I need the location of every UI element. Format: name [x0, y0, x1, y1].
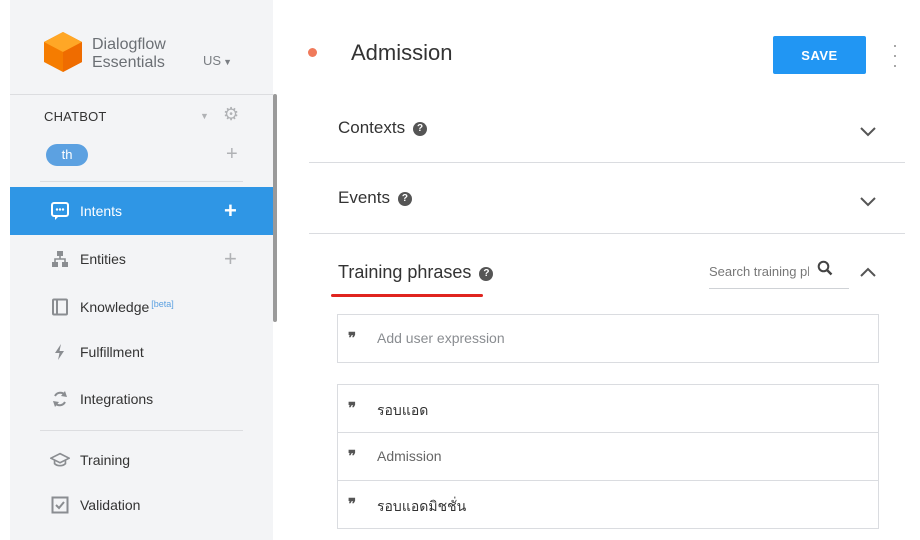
contexts-label: Contexts: [338, 118, 406, 137]
add-expression-row[interactable]: ❞ Add user expression: [338, 315, 878, 362]
chevron-down-icon[interactable]: [859, 126, 877, 138]
brand-name-line1: Dialogflow: [92, 36, 166, 53]
quote-icon: ❞: [348, 447, 356, 465]
events-label: Events: [338, 188, 390, 207]
sidebar-item-integrations[interactable]: Integrations: [10, 375, 273, 423]
dialogflow-logo[interactable]: [42, 30, 84, 74]
training-search: [709, 258, 849, 289]
agent-name[interactable]: CHATBOT: [44, 109, 107, 124]
sidebar-divider: [10, 94, 273, 95]
gear-icon[interactable]: ⚙: [223, 104, 239, 125]
add-entity-icon[interactable]: +: [224, 248, 237, 270]
training-phrase-text[interactable]: รอบแอดมิชชั่น: [377, 496, 466, 518]
unsaved-status-dot: [308, 48, 317, 57]
sidebar-item-label: Validation: [80, 497, 141, 513]
save-button[interactable]: SAVE: [773, 36, 866, 74]
sidebar-item-label: Entities: [80, 251, 126, 267]
add-expression-box[interactable]: ❞ Add user expression: [337, 314, 879, 363]
sidebar-item-intents[interactable]: Intents +: [10, 187, 273, 235]
brand-name-line2: Essentials: [92, 54, 165, 71]
intent-title[interactable]: Admission: [351, 40, 452, 66]
training-phrase-row[interactable]: ❞ Admission: [338, 433, 878, 481]
help-icon[interactable]: ?: [397, 192, 412, 206]
region-label: US: [203, 53, 222, 68]
region-selector[interactable]: US ▼: [203, 53, 232, 68]
beta-badge: [beta]: [151, 299, 174, 309]
brand-header: Dialogflow Essentials US ▼: [10, 14, 273, 84]
section-header: Events?: [338, 188, 412, 208]
sidebar-divider: [40, 430, 243, 431]
sidebar-item-label: Intents: [80, 203, 123, 219]
training-phrases-label: Training phrases: [338, 262, 472, 282]
sidebar-item-label: Training: [80, 452, 131, 468]
training-phrase-list: ❞ รอบแอด ❞ Admission ❞ รอบแอดมิชชั่น: [337, 384, 879, 529]
sidebar-item-training[interactable]: Training: [10, 436, 273, 484]
knowledge-icon: [50, 297, 70, 317]
add-expression-input[interactable]: Add user expression: [377, 330, 505, 346]
sidebar-item-label: Fulfillment: [80, 344, 144, 360]
search-icon[interactable]: [817, 260, 833, 276]
sidebar-item-label-wrap: Knowledge [beta]: [80, 299, 174, 315]
sidebar: Dialogflow Essentials US ▼ CHATBOT ▼ ⚙ th…: [10, 0, 273, 540]
training-phrase-text[interactable]: รอบแอด: [377, 400, 428, 422]
language-chip[interactable]: th: [46, 144, 88, 166]
events-section[interactable]: Events?: [309, 174, 905, 232]
training-phrase-text[interactable]: Admission: [377, 448, 442, 464]
sidebar-item-label: Integrations: [80, 391, 154, 407]
sidebar-item-validation[interactable]: Validation: [10, 481, 273, 529]
section-divider: [309, 162, 905, 163]
sidebar-item-fulfillment[interactable]: Fulfillment: [10, 328, 273, 376]
sidebar-divider: [40, 181, 243, 182]
help-icon[interactable]: ?: [413, 122, 428, 136]
add-intent-icon[interactable]: +: [224, 200, 237, 222]
sidebar-item-entities[interactable]: Entities +: [10, 235, 273, 283]
intent-header: Admission SAVE · · ·: [283, 0, 920, 94]
entities-icon: [50, 249, 70, 269]
integrations-icon: [50, 389, 70, 409]
help-icon[interactable]: ?: [479, 267, 494, 281]
sidebar-scrollbar[interactable]: [273, 94, 277, 322]
section-header: Contexts?: [338, 118, 428, 138]
quote-icon: ❞: [348, 495, 356, 513]
training-phrase-row[interactable]: ❞ รอบแอดมิชชั่น: [338, 481, 878, 528]
agent-dropdown-icon[interactable]: ▼: [200, 111, 209, 121]
contexts-section[interactable]: Contexts?: [309, 104, 905, 160]
sidebar-item-label: Knowledge: [80, 299, 150, 315]
caret-down-icon: ▼: [223, 57, 232, 67]
add-language-icon[interactable]: +: [226, 143, 238, 166]
active-section-underline: [331, 294, 483, 297]
more-options-icon[interactable]: · · ·: [890, 36, 900, 74]
chevron-up-icon[interactable]: [859, 266, 877, 278]
quote-icon: ❞: [348, 399, 356, 417]
search-input[interactable]: [709, 264, 809, 279]
quote-icon: ❞: [348, 329, 356, 347]
chevron-down-icon[interactable]: [859, 196, 877, 208]
intents-icon: [50, 201, 70, 221]
sidebar-item-knowledge[interactable]: Knowledge [beta]: [10, 283, 273, 331]
brand-name: Dialogflow Essentials: [92, 36, 166, 72]
validation-icon: [50, 495, 70, 515]
fulfillment-icon: [50, 342, 70, 362]
section-header: Training phrases?: [338, 262, 494, 283]
training-icon: [50, 450, 70, 470]
section-divider: [309, 233, 905, 234]
training-phrase-row[interactable]: ❞ รอบแอด: [338, 385, 878, 433]
